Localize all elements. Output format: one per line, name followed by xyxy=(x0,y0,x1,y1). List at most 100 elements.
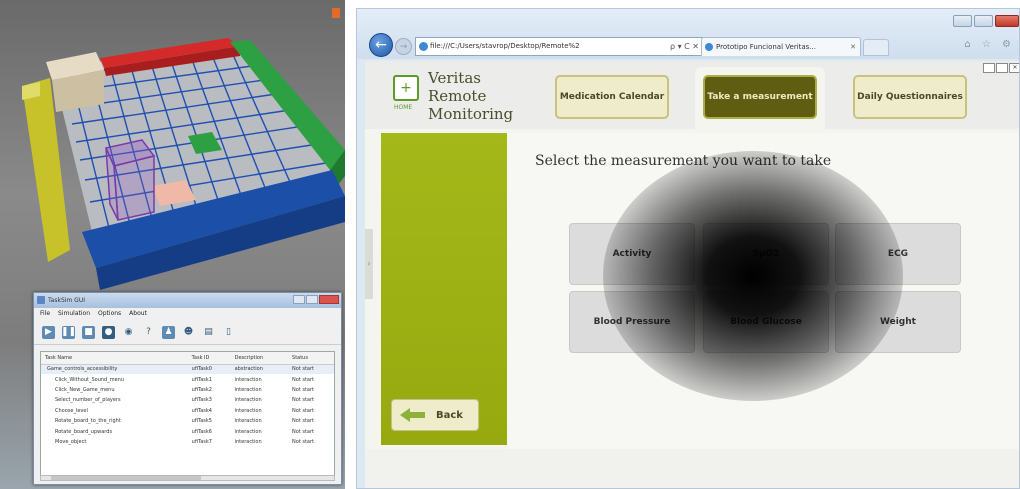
nav-take-measurement-button[interactable]: Take a measurement xyxy=(703,75,817,119)
address-controls[interactable]: ρ ▾ C ✕ xyxy=(670,38,699,55)
arrow-right-icon: → xyxy=(399,41,408,52)
home-label: HOME xyxy=(394,104,413,111)
new-tab-button[interactable] xyxy=(863,39,889,56)
game-simulation-panel: TaskSim GUI File Simulation Options Abou… xyxy=(0,0,345,489)
table-row[interactable]: Rotate_board_upwards ufiTask6 interactio… xyxy=(41,426,334,436)
web-app-page: ✕ + HOME Veritas Remote Monitoring Medic… xyxy=(365,61,1019,488)
app-logo: Veritas Remote Monitoring xyxy=(428,69,518,123)
task-status: Not start xyxy=(292,366,315,373)
document-icon[interactable]: ▤ xyxy=(202,326,215,339)
task-description: interaction xyxy=(234,386,262,393)
activity-button[interactable]: Activity xyxy=(569,223,695,285)
task-description: interaction xyxy=(234,428,262,435)
ie-icon xyxy=(705,43,713,51)
task-name: Game_controls_accessibility xyxy=(47,366,118,373)
table-row[interactable]: Select_number_of_players ufiTask3 intera… xyxy=(41,395,334,405)
page-close-button[interactable]: ✕ xyxy=(1009,63,1019,73)
table-row[interactable]: Choose_level ufiTask4 interaction Not st… xyxy=(41,406,334,416)
minimize-button[interactable] xyxy=(293,295,305,304)
browser-tab[interactable]: Prototipo Funcional Veritas... ✕ xyxy=(701,37,861,56)
column-description[interactable]: Description xyxy=(230,352,289,365)
eye-icon[interactable]: ◉ xyxy=(122,326,135,339)
window-titlebar: TaskSim GUI xyxy=(34,293,341,308)
pause-icon[interactable]: ❚❚ xyxy=(61,325,76,339)
menu-simulation[interactable]: Simulation xyxy=(58,308,90,320)
scroll-thumb[interactable] xyxy=(51,476,201,480)
column-status[interactable]: Status xyxy=(288,352,334,365)
minimize-button[interactable] xyxy=(953,15,972,27)
task-status: Not start xyxy=(292,418,315,425)
maximize-button[interactable] xyxy=(974,15,993,27)
menu-about[interactable]: About xyxy=(129,308,147,320)
address-bar[interactable]: file:///C:/Users/stavrop/Desktop/Remote%… xyxy=(415,37,703,56)
sidebar: Back xyxy=(381,133,507,445)
menu-file[interactable]: File xyxy=(40,308,50,320)
table-row[interactable]: Click_Without_Sound_menu ufiTask1 intera… xyxy=(41,374,334,384)
task-id: ufiTask0 xyxy=(191,366,212,373)
tab-close-icon[interactable]: ✕ xyxy=(850,38,856,56)
task-table: Task Name Task ID Description Status Gam… xyxy=(40,351,335,477)
window-controls xyxy=(953,15,1019,27)
task-description: interaction xyxy=(234,397,262,404)
page-restore-button[interactable] xyxy=(996,63,1008,73)
column-task-id[interactable]: Task ID xyxy=(187,352,231,365)
tab-title: Prototipo Funcional Veritas... xyxy=(716,43,816,51)
app-icon xyxy=(37,296,45,304)
spo2-button[interactable]: SpO2 xyxy=(703,223,829,285)
arrow-left-icon: ← xyxy=(375,37,387,53)
blood-pressure-button[interactable]: Blood Pressure xyxy=(569,291,695,353)
table-row[interactable]: Move_object ufiTask7 interaction Not sta… xyxy=(41,437,334,447)
measurement-panel: Select the measurement you want to take … xyxy=(507,133,1019,449)
ecg-button[interactable]: ECG xyxy=(835,223,961,285)
browser-forward-button[interactable]: → xyxy=(395,38,412,55)
logo-line: Remote xyxy=(428,87,487,105)
blood-glucose-button[interactable]: Blood Glucose xyxy=(703,291,829,353)
page-title: Select the measurement you want to take xyxy=(535,153,832,169)
table-row[interactable]: Click_New_Game_menu ufiTask2 interaction… xyxy=(41,385,334,395)
task-description: interaction xyxy=(234,418,262,425)
back-button[interactable]: Back xyxy=(391,399,479,431)
task-status: Not start xyxy=(292,438,315,445)
sidebar-collapse-handle[interactable]: › xyxy=(365,229,373,299)
close-button[interactable] xyxy=(995,15,1019,27)
browser-command-icons[interactable]: ⌂ ☆ ⚙ xyxy=(964,39,1015,50)
column-task-name[interactable]: Task Name xyxy=(41,352,188,365)
close-button[interactable] xyxy=(319,295,339,304)
home-icon[interactable]: + xyxy=(393,75,419,101)
window-controls xyxy=(293,295,339,304)
person-icon[interactable]: ♟ xyxy=(162,325,175,339)
stop-icon[interactable]: ■ xyxy=(82,325,95,339)
table-row[interactable]: Game_controls_accessibility ufiTask0 abs… xyxy=(41,364,334,375)
page-window-controls: ✕ xyxy=(983,63,1019,73)
table-row[interactable]: Rotate_board_to_the_right ufiTask5 inter… xyxy=(41,416,334,426)
task-name: Click_New_Game_menu xyxy=(55,386,115,393)
nav-medication-calendar-button[interactable]: Medication Calendar xyxy=(555,75,669,119)
record-icon[interactable]: ● xyxy=(102,325,115,339)
task-description: interaction xyxy=(234,407,262,414)
menu-options[interactable]: Options xyxy=(98,308,121,320)
hint-icon[interactable]: ? xyxy=(142,326,155,339)
nav-daily-questionnaires-button[interactable]: Daily Questionnaires xyxy=(853,75,967,119)
logo-line: Monitoring xyxy=(428,105,514,123)
table-header: Task Name Task ID Description Status xyxy=(41,352,334,365)
page-minimize-button[interactable] xyxy=(983,63,995,73)
task-id: ufiTask1 xyxy=(191,376,212,383)
trash-icon[interactable]: ▯ xyxy=(222,326,235,339)
task-description: abstraction xyxy=(234,366,263,373)
play-icon[interactable]: ▶ xyxy=(42,325,55,339)
task-name: Rotate_board_upwards xyxy=(55,428,113,435)
face-icon[interactable]: ☻ xyxy=(182,326,195,339)
weight-button[interactable]: Weight xyxy=(835,291,961,353)
browser-chrome: ← → file:///C:/Users/stavrop/Desktop/Rem… xyxy=(357,9,1019,59)
toolbar: ▶ ❚❚ ■ ● ◉ ? ♟ ☻ ▤ ▯ xyxy=(34,320,341,345)
task-id: ufiTask4 xyxy=(191,407,212,414)
task-id: ufiTask5 xyxy=(191,418,212,425)
browser-back-button[interactable]: ← xyxy=(369,33,393,57)
back-label: Back xyxy=(436,409,463,421)
maximize-button[interactable] xyxy=(306,295,318,304)
task-status: Not start xyxy=(292,376,315,383)
menu-bar: File Simulation Options About xyxy=(34,308,341,320)
horizontal-scrollbar[interactable] xyxy=(40,475,335,481)
task-status: Not start xyxy=(292,386,315,393)
address-text: file:///C:/Users/stavrop/Desktop/Remote%… xyxy=(430,42,580,50)
